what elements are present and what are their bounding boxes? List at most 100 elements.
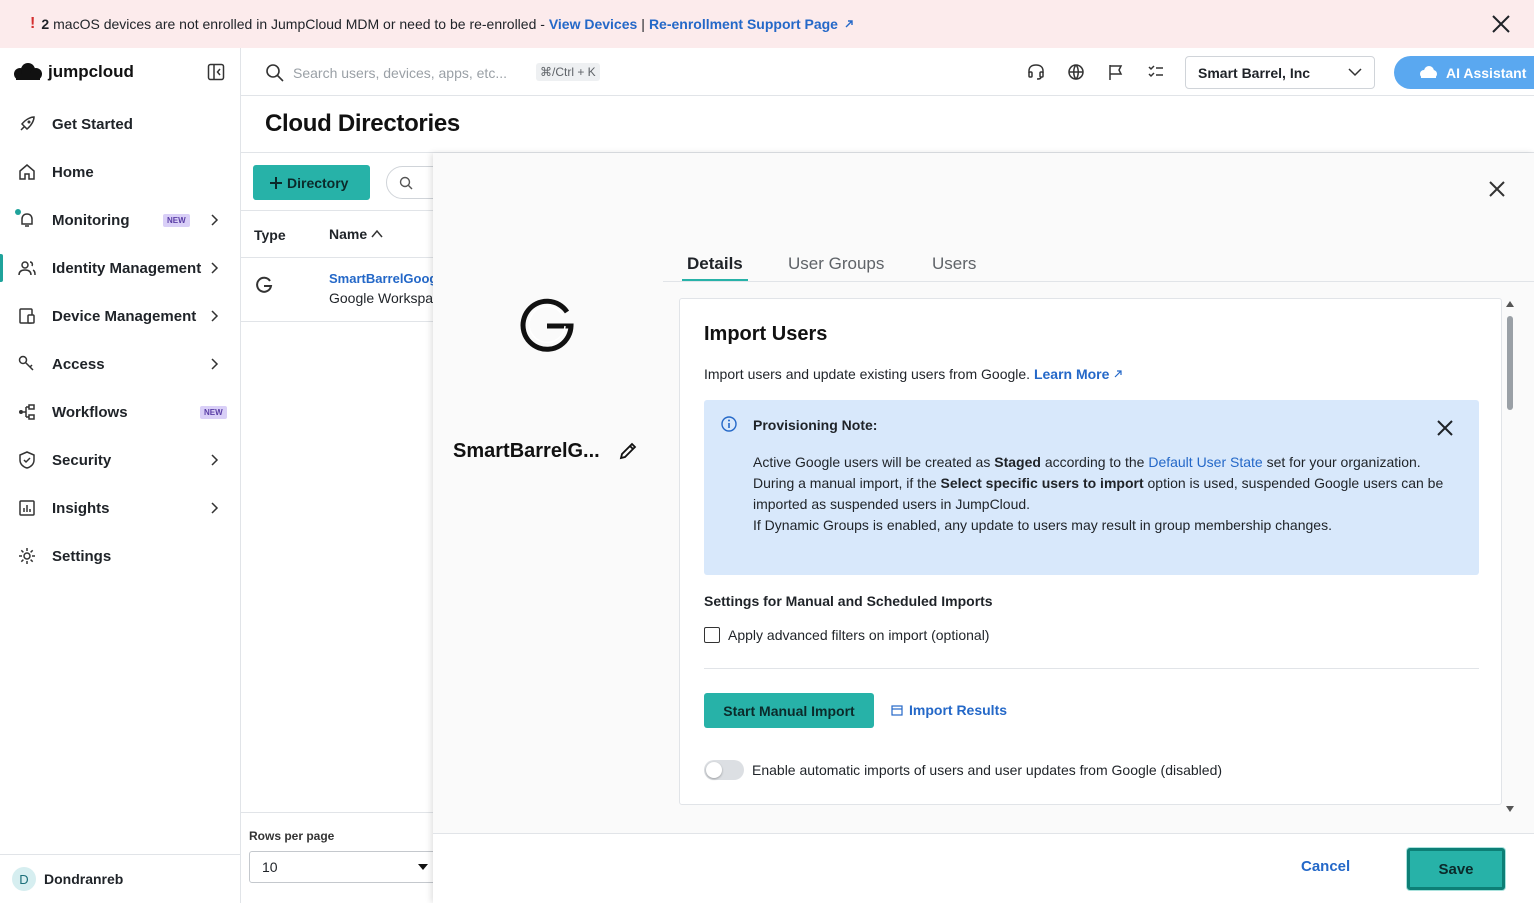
advanced-filters-checkbox[interactable] bbox=[704, 627, 720, 643]
close-drawer-icon[interactable] bbox=[1486, 178, 1508, 200]
divider bbox=[704, 668, 1479, 669]
cancel-button[interactable]: Cancel bbox=[1301, 858, 1350, 875]
devices-icon bbox=[16, 305, 38, 327]
chart-icon bbox=[16, 497, 38, 519]
sidebar-item-device-management[interactable]: Device Management bbox=[0, 292, 240, 340]
provisioning-note: Provisioning Note: Active Google users w… bbox=[704, 400, 1479, 575]
search-icon bbox=[266, 64, 284, 82]
sidebar-item-insights[interactable]: Insights bbox=[0, 484, 240, 532]
note-body: Active Google users will be created as S… bbox=[753, 452, 1465, 536]
directory-title: SmartBarrelG... bbox=[453, 440, 600, 462]
drawer-footer: Cancel Save bbox=[433, 833, 1534, 903]
page-title: Cloud Directories bbox=[265, 110, 460, 137]
collapse-sidebar-icon[interactable] bbox=[206, 63, 226, 83]
chevron-right-icon bbox=[211, 214, 219, 226]
chevron-right-icon bbox=[211, 262, 219, 274]
global-search-input[interactable] bbox=[293, 62, 528, 84]
drawer-tabs: Details User Groups Users bbox=[663, 249, 1534, 282]
brand-name: jumpcloud bbox=[48, 62, 134, 81]
scrollbar-thumb[interactable] bbox=[1507, 316, 1513, 410]
globe-icon[interactable] bbox=[1066, 62, 1086, 82]
directory-type: Google Workspace bbox=[329, 290, 441, 306]
sidebar-item-label: Device Management bbox=[52, 307, 197, 325]
sidebar-item-settings[interactable]: Settings bbox=[0, 532, 240, 580]
checklist-icon[interactable] bbox=[1146, 62, 1166, 82]
default-user-state-link[interactable]: Default User State bbox=[1148, 454, 1262, 470]
import-results-label: Import Results bbox=[909, 702, 1008, 718]
sidebar-item-monitoring[interactable]: Monitoring NEW bbox=[0, 196, 240, 244]
save-button[interactable]: Save bbox=[1407, 848, 1505, 890]
note-emphasis: Select specific users to import bbox=[940, 475, 1144, 491]
sidebar-item-label: Identity Management bbox=[52, 259, 202, 277]
external-link-icon bbox=[1114, 370, 1122, 378]
directory-detail-drawer: SmartBarrelG... Details User Groups User… bbox=[433, 153, 1534, 903]
top-bar: ⌘/Ctrl + K Smart Barrel, Inc AI Assistan… bbox=[241, 48, 1534, 96]
scroll-up-arrow-icon[interactable] bbox=[1506, 301, 1514, 307]
sidebar-item-identity-management[interactable]: Identity Management bbox=[0, 244, 240, 292]
add-directory-label: Directory bbox=[287, 174, 349, 191]
start-manual-import-button[interactable]: Start Manual Import bbox=[704, 693, 874, 728]
edit-pencil-icon[interactable] bbox=[617, 440, 639, 462]
sidebar-item-label: Security bbox=[52, 451, 112, 469]
column-type[interactable]: Type bbox=[254, 227, 286, 243]
tab-users[interactable]: Users bbox=[932, 254, 976, 274]
sidebar-item-workflows[interactable]: Workflows NEW bbox=[0, 388, 240, 436]
flag-icon[interactable] bbox=[1106, 62, 1126, 82]
new-badge: NEW bbox=[163, 214, 190, 227]
auto-import-label: Enable automatic imports of users and us… bbox=[752, 762, 1223, 778]
scroll-down-arrow-icon[interactable] bbox=[1506, 806, 1514, 812]
note-emphasis: Staged bbox=[994, 454, 1041, 470]
import-users-description: Import users and update existing users f… bbox=[704, 366, 1123, 382]
reenrollment-support-link[interactable]: Re-enrollment Support Page bbox=[649, 16, 838, 32]
banner-count: 2 bbox=[41, 16, 50, 32]
chevron-right-icon bbox=[211, 358, 219, 370]
auto-import-toggle[interactable] bbox=[704, 760, 744, 780]
import-results-link[interactable]: Import Results bbox=[891, 702, 1007, 718]
info-icon bbox=[721, 416, 737, 432]
view-devices-link[interactable]: View Devices bbox=[549, 16, 637, 32]
sidebar-item-security[interactable]: Security bbox=[0, 436, 240, 484]
divider bbox=[241, 812, 441, 813]
home-icon bbox=[16, 161, 38, 183]
ai-assistant-button[interactable]: AI Assistant bbox=[1394, 56, 1534, 89]
settings-heading: Settings for Manual and Scheduled Import… bbox=[704, 593, 993, 609]
external-link-icon bbox=[845, 20, 853, 28]
sort-ascending-icon bbox=[371, 229, 383, 238]
add-directory-button[interactable]: Directory bbox=[253, 165, 370, 200]
directory-name-link[interactable]: SmartBarrelGoogle bbox=[329, 271, 441, 286]
import-users-card: Import Users Import users and update exi… bbox=[679, 298, 1502, 805]
sidebar-item-label: Insights bbox=[52, 499, 110, 517]
sidebar-item-home[interactable]: Home bbox=[0, 148, 240, 196]
sidebar-item-get-started[interactable]: Get Started bbox=[0, 100, 240, 148]
jumpcloud-logo[interactable]: jumpcloud bbox=[12, 62, 134, 82]
organization-select[interactable]: Smart Barrel, Inc bbox=[1185, 56, 1375, 89]
tab-user-groups[interactable]: User Groups bbox=[788, 254, 884, 274]
sidebar-nav: Get Started Home Monitoring NEW Identity… bbox=[0, 100, 240, 580]
close-banner-icon[interactable] bbox=[1490, 13, 1512, 35]
scrollbar[interactable] bbox=[1505, 298, 1515, 818]
notification-dot bbox=[15, 209, 21, 215]
rows-per-page-label: Rows per page bbox=[249, 829, 335, 843]
note-text: Active Google users will be created as bbox=[753, 454, 991, 470]
note-text: If Dynamic Groups is enabled, any update… bbox=[753, 517, 1332, 533]
sidebar-item-access[interactable]: Access bbox=[0, 340, 240, 388]
tab-details[interactable]: Details bbox=[687, 254, 743, 274]
auto-import-option: Enable automatic imports of users and us… bbox=[704, 760, 1222, 780]
table-row[interactable]: SmartBarrelGoogle Google Workspace bbox=[241, 258, 441, 322]
column-name[interactable]: Name bbox=[329, 226, 383, 242]
advanced-filters-option[interactable]: Apply advanced filters on import (option… bbox=[704, 627, 989, 643]
close-note-icon[interactable] bbox=[1434, 417, 1456, 439]
cloud-logo-icon bbox=[14, 63, 42, 80]
import-users-title: Import Users bbox=[704, 323, 828, 345]
headset-icon[interactable] bbox=[1026, 62, 1046, 82]
user-menu[interactable]: D Dondranreb bbox=[0, 854, 240, 903]
gear-icon bbox=[16, 545, 38, 567]
google-logo-icon bbox=[520, 298, 574, 352]
learn-more-link[interactable]: Learn More bbox=[1034, 366, 1109, 382]
chevron-right-icon bbox=[211, 310, 219, 322]
rows-per-page-select[interactable]: 10 bbox=[249, 851, 439, 883]
ai-cloud-icon bbox=[1420, 65, 1437, 78]
user-name: Dondranreb bbox=[44, 871, 124, 887]
banner-separator: | bbox=[641, 16, 645, 32]
users-icon bbox=[16, 257, 38, 279]
